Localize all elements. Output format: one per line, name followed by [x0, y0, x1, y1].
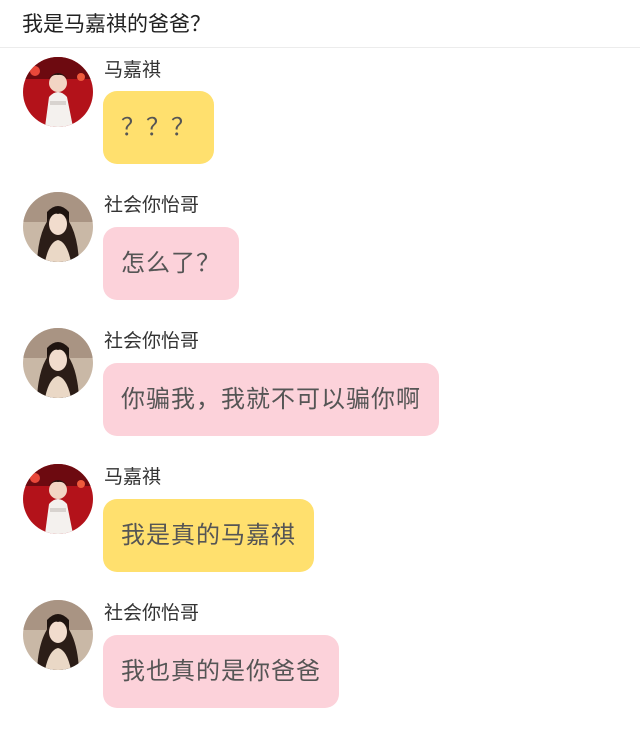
- sender-name: 社会你怡哥: [104, 194, 200, 216]
- message-bubble[interactable]: 我是真的马嘉祺: [103, 499, 314, 572]
- red-stage-avatar-icon: [23, 57, 93, 127]
- avatar[interactable]: [23, 192, 93, 262]
- red-stage-avatar-icon: [23, 464, 93, 534]
- avatar[interactable]: [23, 600, 93, 670]
- sender-name: 社会你怡哥: [104, 330, 200, 352]
- message-bubble[interactable]: 你骗我，我就不可以骗你啊: [103, 363, 439, 436]
- long-hair-girl-avatar-icon: [23, 328, 93, 398]
- avatar[interactable]: [23, 57, 93, 127]
- message-bubble[interactable]: ？？？: [103, 91, 214, 164]
- chat-thread: 马嘉祺 ？？？ 社会你怡哥 怎么了？ 社会你怡哥 你骗我，我就不可以骗你啊 马嘉…: [0, 0, 640, 730]
- sender-name: 社会你怡哥: [104, 602, 200, 624]
- sender-name: 马嘉祺: [104, 59, 162, 81]
- long-hair-girl-avatar-icon: [23, 192, 93, 262]
- long-hair-girl-avatar-icon: [23, 600, 93, 670]
- message-bubble[interactable]: 我也真的是你爸爸: [103, 635, 339, 708]
- avatar[interactable]: [23, 328, 93, 398]
- avatar[interactable]: [23, 464, 93, 534]
- sender-name: 马嘉祺: [104, 466, 162, 488]
- message-bubble[interactable]: 怎么了？: [103, 227, 239, 300]
